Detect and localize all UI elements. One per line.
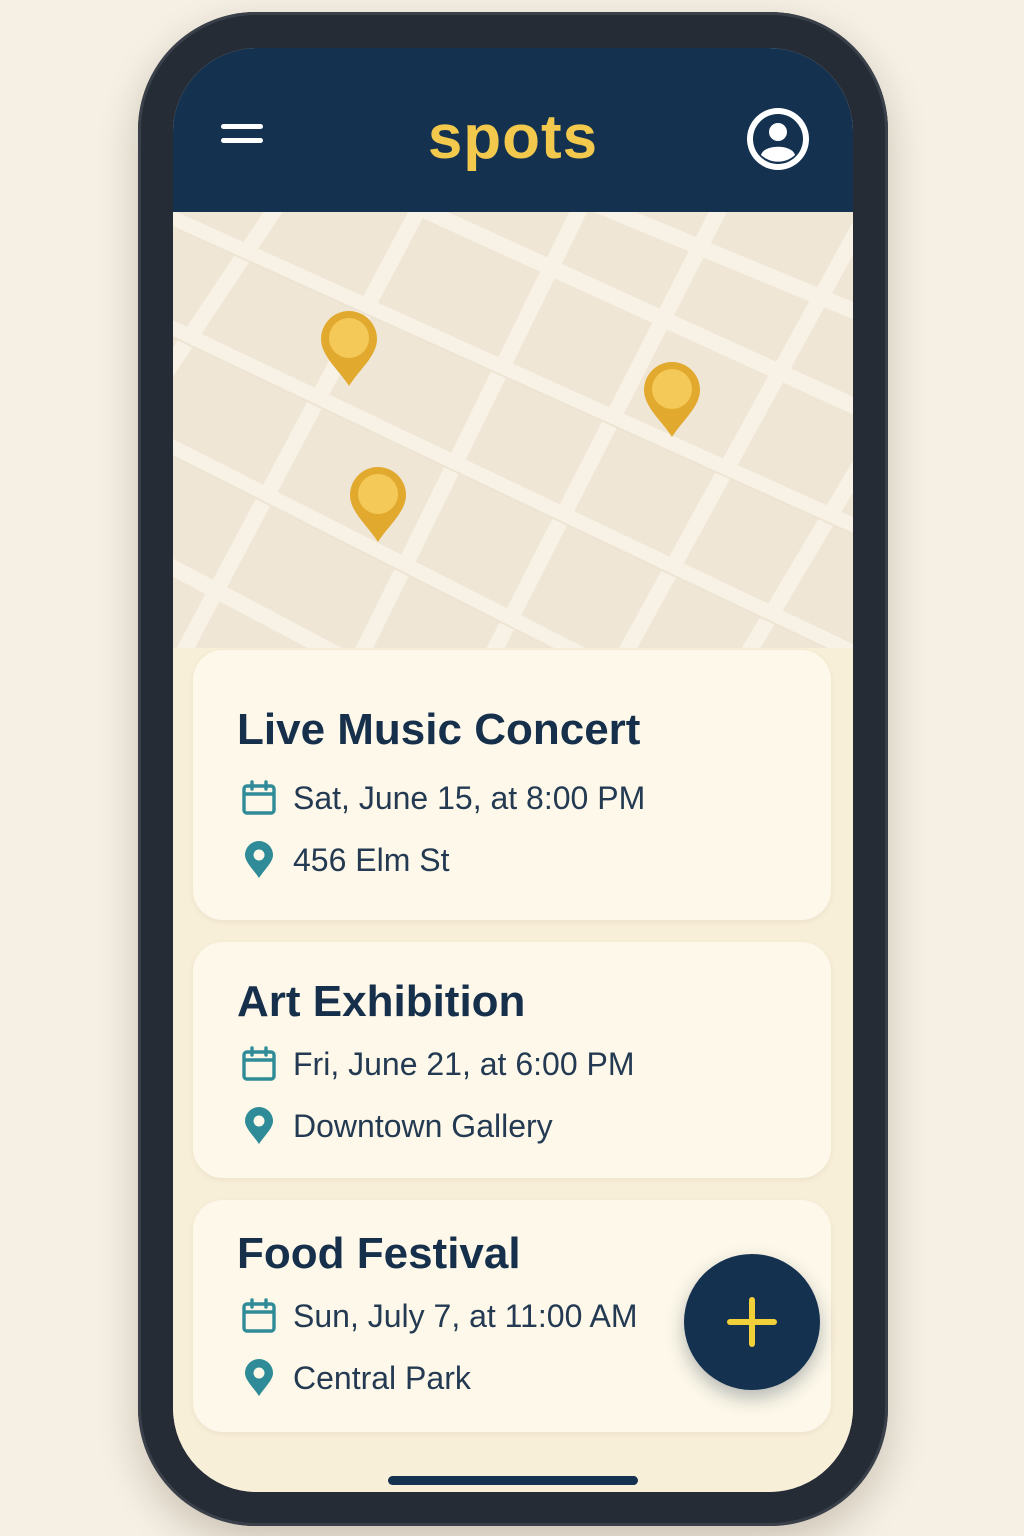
event-location: Downtown Gallery — [293, 1108, 553, 1144]
event-location-row: 456 Elm St — [237, 838, 450, 882]
map-pin-icon[interactable] — [642, 359, 702, 439]
calendar-icon — [237, 776, 281, 820]
app-header: spots — [173, 48, 853, 212]
user-avatar-icon[interactable] — [745, 106, 811, 172]
event-datetime: Sat, June 15, at 8:00 PM — [293, 780, 646, 816]
event-datetime: Fri, June 21, at 6:00 PM — [293, 1046, 635, 1082]
event-location-row: Central Park — [237, 1356, 471, 1400]
event-location-row: Downtown Gallery — [237, 1104, 553, 1148]
location-pin-icon — [237, 838, 281, 882]
event-date-row: Sat, June 15, at 8:00 PM — [237, 776, 645, 820]
event-title: Art Exhibition — [237, 977, 526, 1026]
home-indicator[interactable] — [388, 1476, 638, 1485]
event-datetime: Sun, July 7, at 11:00 AM — [293, 1298, 638, 1334]
app-screen: spots Live Music Concert Sat, June 15, a… — [173, 48, 853, 1492]
map-pin-icon[interactable] — [348, 464, 408, 544]
add-event-button[interactable] — [684, 1254, 820, 1390]
event-date-row: Fri, June 21, at 6:00 PM — [237, 1042, 635, 1086]
event-date-row: Sun, July 7, at 11:00 AM — [237, 1294, 638, 1338]
event-title: Live Music Concert — [237, 705, 641, 754]
event-map[interactable] — [173, 212, 853, 664]
event-title: Food Festival — [237, 1229, 521, 1278]
map-pin-icon[interactable] — [319, 308, 379, 388]
event-card[interactable]: Art Exhibition Fri, June 21, at 6:00 PM — [193, 942, 831, 1178]
location-pin-icon — [237, 1104, 281, 1148]
event-card[interactable]: Live Music Concert Sat, June 15, at 8:00… — [193, 650, 831, 920]
calendar-icon — [237, 1294, 281, 1338]
calendar-icon — [237, 1042, 281, 1086]
event-location: 456 Elm St — [293, 842, 450, 878]
location-pin-icon — [237, 1356, 281, 1400]
plus-icon — [727, 1297, 777, 1347]
event-location: Central Park — [293, 1360, 471, 1396]
